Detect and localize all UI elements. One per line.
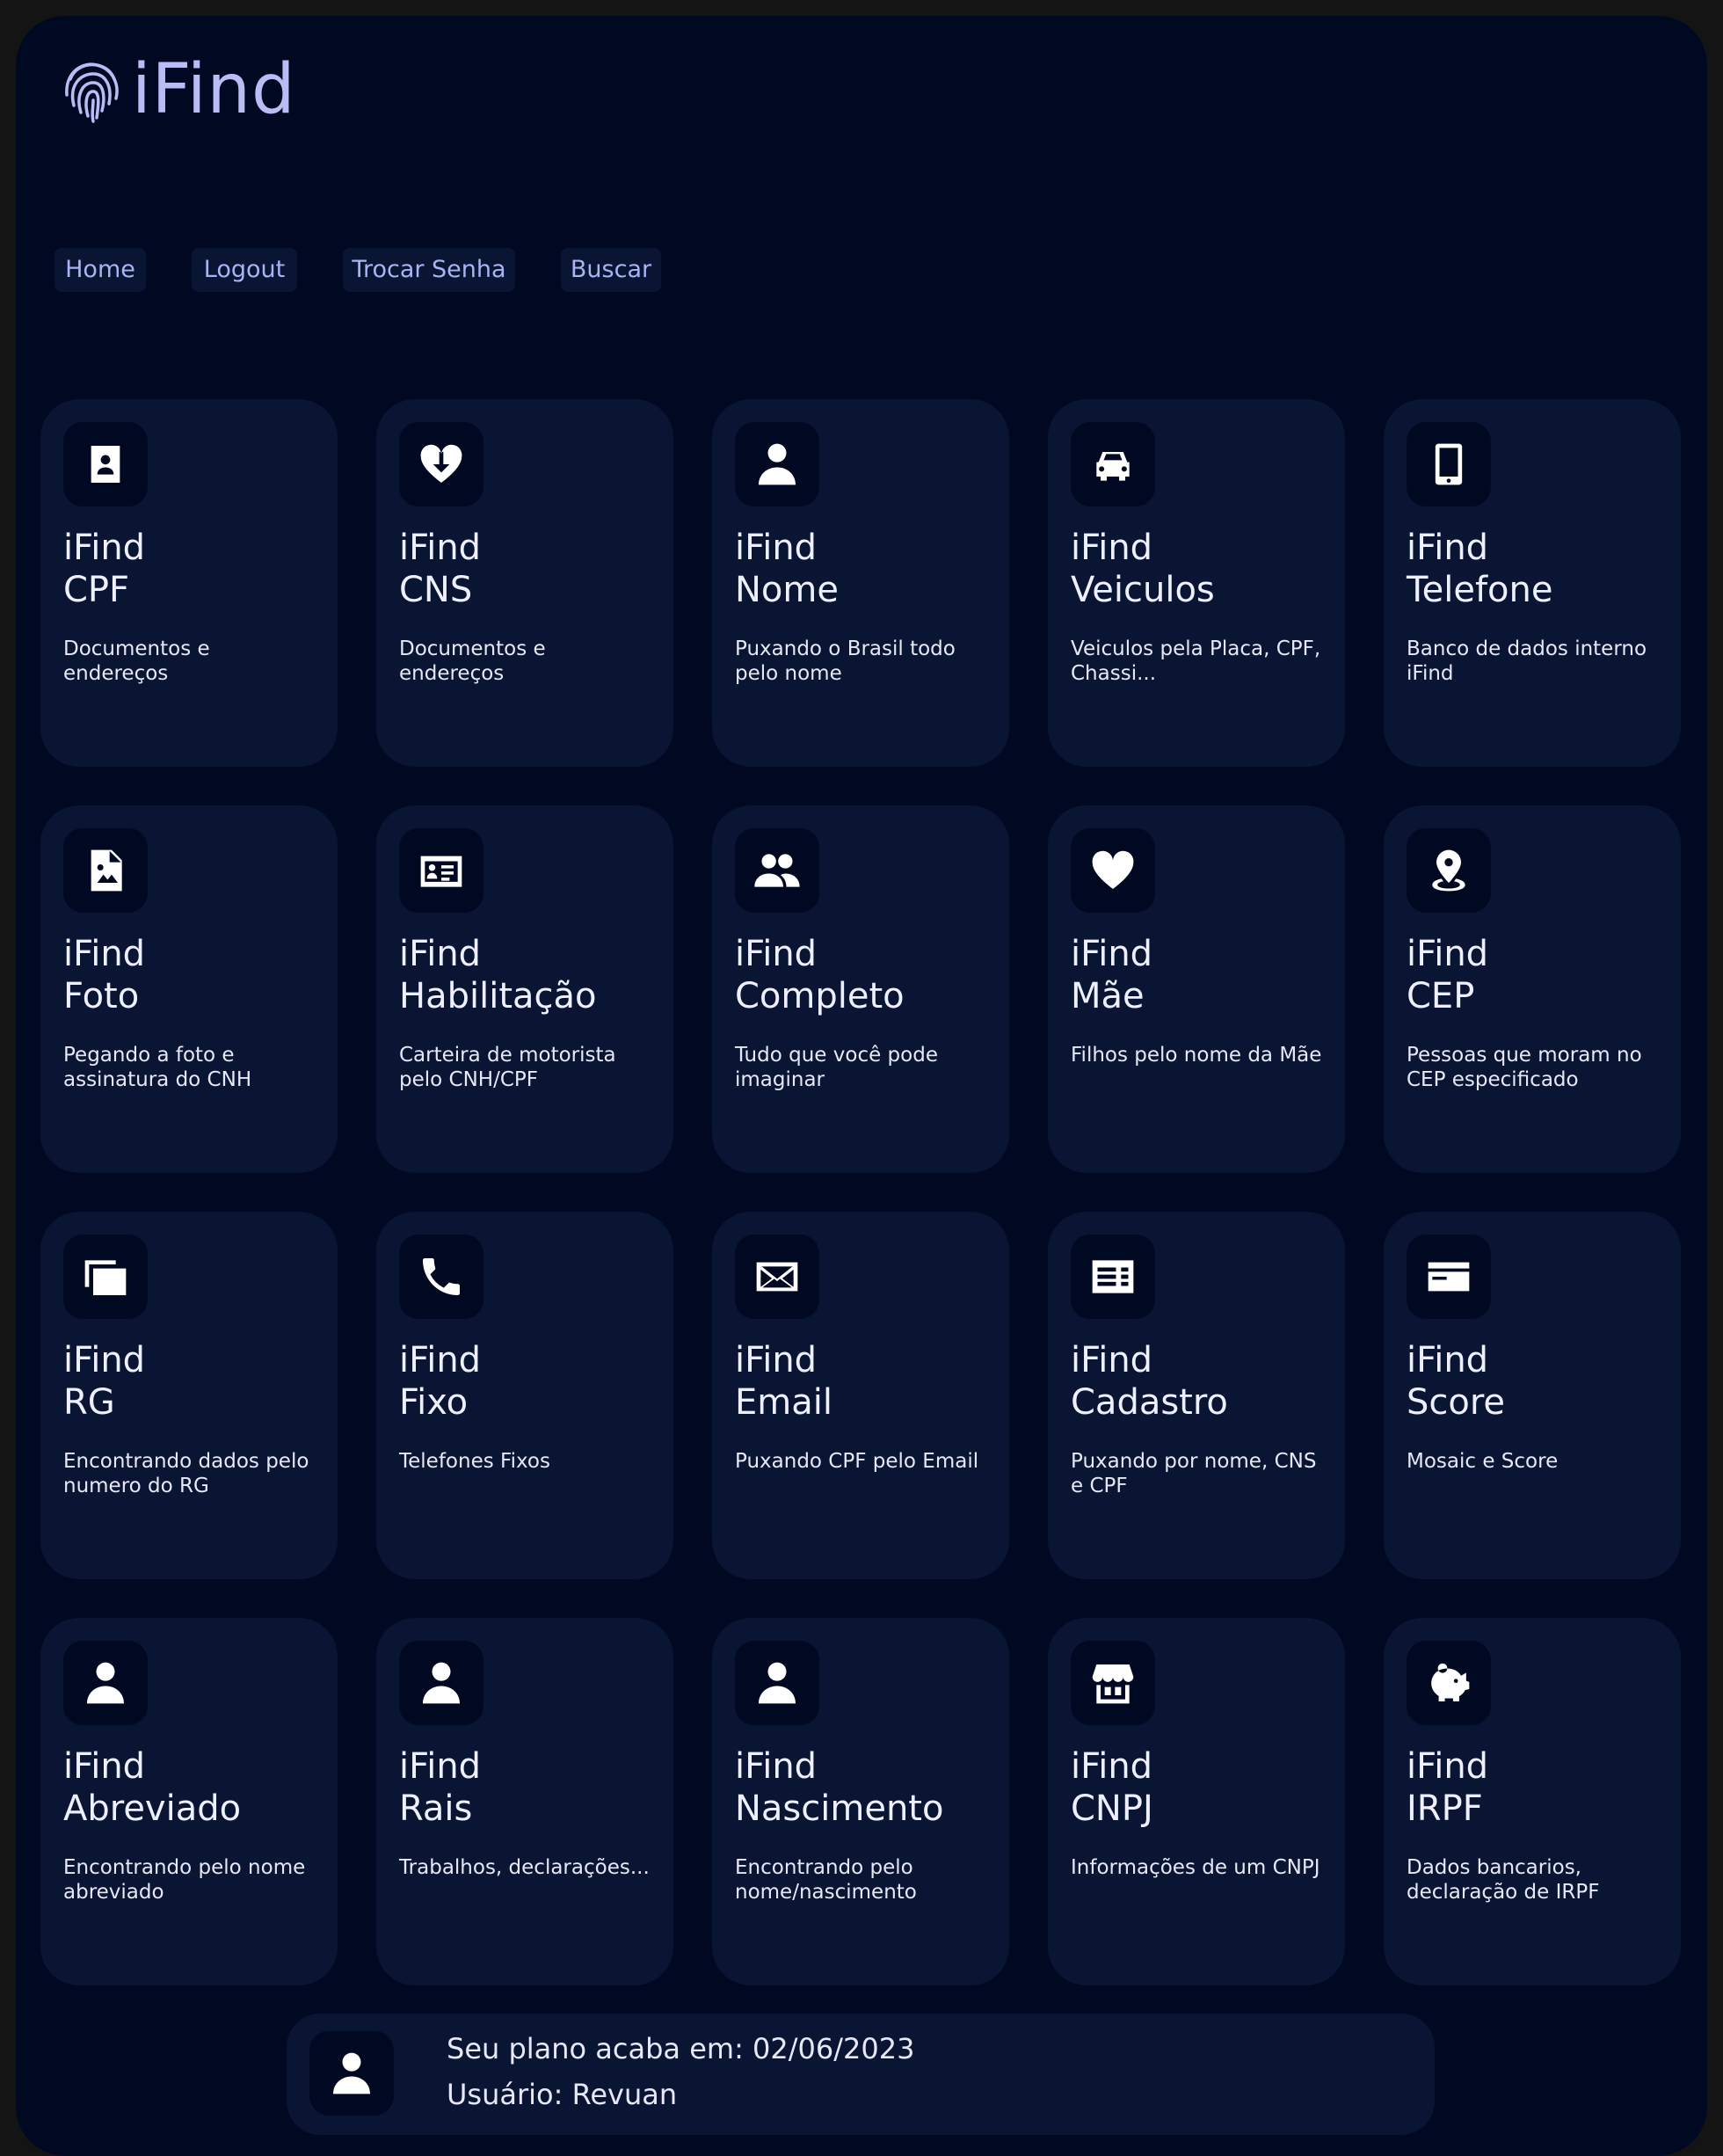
image-file-icon	[63, 828, 148, 913]
card-description: Mosaic e Score	[1407, 1450, 1559, 1473]
card-nome[interactable]: iFind Nome Puxando o Brasil todo pelo nom…	[712, 399, 1009, 767]
telephone-icon	[399, 1235, 483, 1319]
nav-home-button[interactable]: Home	[55, 248, 146, 292]
card-rais[interactable]: iFind Rais Trabalhos, declarações...	[376, 1618, 673, 1985]
person-icon	[735, 422, 819, 506]
card-completo[interactable]: iFind Completo Tudo que você pode imagina…	[712, 805, 1009, 1173]
id-card-icon	[63, 422, 148, 506]
person-icon	[735, 1641, 819, 1725]
card-title: iFind Telefone	[1407, 528, 1553, 610]
card-description: Filhos pelo nome da Mãe	[1071, 1044, 1322, 1067]
card-email[interactable]: iFind Email Puxando CPF pelo Email	[712, 1212, 1009, 1579]
card-title: iFind Cadastro	[1071, 1340, 1228, 1423]
fingerprint-icon	[62, 53, 123, 127]
card-description: Puxando CPF pelo Email	[735, 1450, 979, 1473]
person-icon	[399, 1641, 483, 1725]
phone-icon	[1407, 422, 1491, 506]
card-description: Trabalhos, declarações...	[399, 1856, 650, 1879]
person-icon	[309, 2031, 394, 2116]
logo-text: iFind	[132, 50, 296, 129]
card-title: iFind IRPF	[1407, 1746, 1489, 1829]
card-description: Telefones Fixos	[399, 1450, 550, 1473]
card-veiculos[interactable]: iFind Veiculos Veiculos pela Placa, CPF, …	[1048, 399, 1345, 767]
card-title: iFind Nome	[735, 528, 839, 610]
credit-card-icon	[1407, 1235, 1491, 1319]
license-icon	[399, 828, 483, 913]
plan-info-panel: Seu plano acaba em: 02/06/2023 Usuário: …	[287, 2014, 1435, 2135]
card-nascimento[interactable]: iFind Nascimento Encontrando pelo nome/na…	[712, 1618, 1009, 1985]
card-cpf[interactable]: iFind CPF Documentos e endereços	[40, 399, 338, 767]
card-description: Banco de dados interno iFind	[1407, 637, 1647, 685]
envelope-icon	[735, 1235, 819, 1319]
card-title: iFind Email	[735, 1340, 832, 1423]
card-title: iFind Abreviado	[63, 1746, 242, 1829]
card-title: iFind CPF	[63, 528, 146, 610]
card-description: Puxando o Brasil todo pelo nome	[735, 637, 956, 685]
heart-arrow-icon	[399, 422, 483, 506]
logo[interactable]: iFind	[62, 53, 295, 127]
card-title: iFind Rais	[399, 1746, 482, 1829]
card-description: Puxando por nome, CNS e CPF	[1071, 1450, 1317, 1497]
piggy-bank-icon	[1407, 1641, 1491, 1725]
card-cnpj[interactable]: iFind CNPJ Informações de um CNPJ	[1048, 1618, 1345, 1985]
card-description: Informações de um CNPJ	[1071, 1856, 1320, 1879]
card-description: Documentos e endereços	[63, 637, 210, 685]
card-score[interactable]: iFind Score Mosaic e Score	[1384, 1212, 1681, 1579]
form-icon	[1071, 1235, 1155, 1319]
card-title: iFind CEP	[1407, 934, 1489, 1016]
card-foto[interactable]: iFind Foto Pegando a foto e assinatura do…	[40, 805, 338, 1173]
store-icon	[1071, 1641, 1155, 1725]
card-title: iFind CNPJ	[1071, 1746, 1153, 1829]
card-description: Encontrando pelo nome abreviado	[63, 1856, 306, 1904]
location-pin-icon	[1407, 828, 1491, 913]
card-title: iFind Mãe	[1071, 934, 1153, 1016]
card-cep[interactable]: iFind CEP Pessoas que moram no CEP especi…	[1384, 805, 1681, 1173]
card-description: Tudo que você pode imaginar	[735, 1044, 938, 1091]
card-title: iFind Nascimento	[735, 1746, 944, 1829]
card-description: Pegando a foto e assinatura do CNH	[63, 1044, 252, 1091]
card-mae[interactable]: iFind Mãe Filhos pelo nome da Mãe	[1048, 805, 1345, 1173]
username-text: Usuário: Revuan	[447, 2078, 678, 2111]
card-description: Encontrando dados pelo numero do RG	[63, 1450, 309, 1497]
card-description: Encontrando pelo nome/nascimento	[735, 1856, 917, 1904]
person-icon	[63, 1641, 148, 1725]
card-title: iFind Score	[1407, 1340, 1506, 1423]
card-title: iFind RG	[63, 1340, 146, 1423]
card-cns[interactable]: iFind CNS Documentos e endereços	[376, 399, 673, 767]
card-irpf[interactable]: iFind IRPF Dados bancarios, declaração de…	[1384, 1618, 1681, 1985]
card-habilitacao[interactable]: iFind Habilitação Carteira de motorista p…	[376, 805, 673, 1173]
card-description: Carteira de motorista pelo CNH/CPF	[399, 1044, 616, 1091]
app-window: iFind Home Logout Trocar Senha Buscar iF…	[16, 16, 1707, 2156]
nav-search-button[interactable]: Buscar	[561, 248, 661, 292]
heart-icon	[1071, 828, 1155, 913]
card-fixo[interactable]: iFind Fixo Telefones Fixos	[376, 1212, 673, 1579]
plan-expiry-text: Seu plano acaba em: 02/06/2023	[447, 2032, 915, 2065]
card-title: iFind Completo	[735, 934, 905, 1016]
nav-logout-button[interactable]: Logout	[192, 248, 297, 292]
card-title: iFind CNS	[399, 528, 482, 610]
card-description: Documentos e endereços	[399, 637, 546, 685]
card-rg[interactable]: iFind RG Encontrando dados pelo numero do…	[40, 1212, 338, 1579]
card-description: Dados bancarios, declaração de IRPF	[1407, 1856, 1600, 1904]
card-title: iFind Fixo	[399, 1340, 482, 1423]
car-icon	[1071, 422, 1155, 506]
cards-stack-icon	[63, 1235, 148, 1319]
card-cadastro[interactable]: iFind Cadastro Puxando por nome, CNS e CP…	[1048, 1212, 1345, 1579]
card-description: Veiculos pela Placa, CPF, Chassi...	[1071, 637, 1321, 685]
card-title: iFind Veiculos	[1071, 528, 1215, 610]
card-abreviado[interactable]: iFind Abreviado Encontrando pelo nome abr…	[40, 1618, 338, 1985]
card-description: Pessoas que moram no CEP especificado	[1407, 1044, 1642, 1091]
people-icon	[735, 828, 819, 913]
card-telefone[interactable]: iFind Telefone Banco de dados interno iFi…	[1384, 399, 1681, 767]
card-title: iFind Foto	[63, 934, 146, 1016]
card-title: iFind Habilitação	[399, 934, 597, 1016]
nav-change-password-button[interactable]: Trocar Senha	[343, 248, 515, 292]
